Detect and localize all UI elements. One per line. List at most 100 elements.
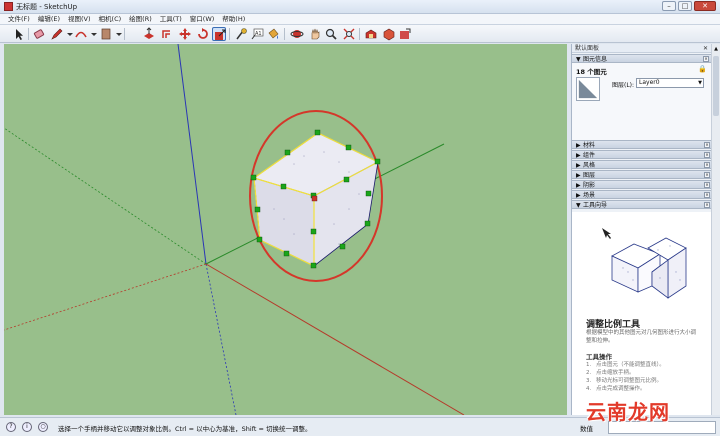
orbit-tool-icon[interactable] [290, 27, 304, 41]
panel-styles[interactable]: ▶ 风格 × [572, 160, 712, 169]
pan-tool-icon[interactable] [308, 27, 322, 41]
panel-scenes-label: 场景 [583, 192, 596, 199]
tray-pin-icon[interactable]: ✕ [703, 44, 708, 53]
menu-help[interactable]: 帮助(H) [222, 14, 245, 24]
list-item: 4. 点击完成调整操作。 [586, 385, 665, 393]
pencil-dropdown-icon[interactable] [63, 27, 73, 41]
share-model-icon[interactable] [398, 27, 412, 41]
collapsed-arrow-icon: ▶ [576, 182, 581, 189]
instructor-body: 调整比例工具 根据模型中的其他图元对几何图形进行大小调整和拉伸。 工具操作 1.… [572, 212, 712, 415]
scale-grip [364, 220, 371, 227]
status-hint: 选择一个手柄并移动它以调整对象比例。Ctrl = 以中心为基准，Shift = … [58, 425, 312, 433]
panel-shadows-label: 阴影 [583, 182, 596, 189]
pencil-tool-icon[interactable] [50, 27, 64, 41]
step-number: 1. [586, 362, 592, 368]
offset-tool-icon[interactable] [160, 27, 174, 41]
panel-close-icon[interactable]: × [704, 152, 710, 158]
scale-grip [343, 176, 350, 183]
panel-close-icon[interactable]: × [704, 172, 710, 178]
scale-grip [310, 262, 317, 269]
entity-count: 18 个图元 [576, 68, 607, 76]
collapsed-arrow-icon: ▶ [576, 192, 581, 199]
maximize-button[interactable]: □ [678, 1, 692, 11]
credits-icon[interactable]: i [22, 422, 32, 432]
push-pull-tool-icon[interactable] [142, 27, 156, 41]
panel-shadows[interactable]: ▶ 阴影 × [572, 180, 712, 189]
user-icon[interactable]: ○ [38, 422, 48, 432]
scroll-up-icon[interactable]: ▲ [713, 46, 719, 52]
scale-tool-illustration [602, 228, 687, 299]
shapes-dropdown-icon[interactable] [112, 27, 122, 41]
panel-components[interactable]: ▶ 组件 × [572, 150, 712, 159]
panel-entity-info[interactable]: ▼ 图元信息 × [572, 54, 711, 63]
list-item: 1. 点击图元（不能调整直线）。 [586, 361, 665, 369]
menu-file[interactable]: 文件(F) [8, 14, 30, 24]
menu-camera[interactable]: 相机(C) [99, 14, 122, 24]
step-text: 点击图元（不能调整直线）。 [596, 362, 665, 368]
step-number: 3. [586, 378, 592, 384]
move-tool-icon[interactable] [178, 27, 192, 41]
geo-location-icon[interactable]: ? [6, 422, 16, 432]
lock-icon[interactable]: 🔒 [698, 65, 707, 73]
scale-grip [280, 183, 287, 190]
layer-label: 图层(L): [612, 82, 635, 89]
select-tool-icon[interactable] [12, 27, 26, 41]
model-canvas[interactable] [4, 44, 567, 415]
scroll-thumb[interactable] [713, 56, 719, 116]
scale-tool-icon[interactable] [212, 27, 226, 41]
minimize-button[interactable]: – [662, 1, 676, 11]
scale-grip [250, 174, 257, 181]
panel-close-icon[interactable]: × [704, 162, 710, 168]
menu-window[interactable]: 窗口(W) [190, 14, 215, 24]
menu-edit[interactable]: 编辑(E) [38, 14, 60, 24]
panel-close-icon[interactable]: × [704, 192, 710, 198]
extension-warehouse-icon[interactable] [382, 27, 396, 41]
scale-grip [345, 144, 352, 151]
panel-close-icon[interactable]: × [703, 56, 709, 62]
arc-dropdown-icon[interactable] [87, 27, 97, 41]
default-tray: 默认面板 ✕ ▼ 图元信息 × 18 个图元 🔒 图层(L): Layer0 ▼ … [571, 44, 712, 415]
instructor-description: 根据模型中的其他图元对几何图形进行大小调整和拉伸。 [586, 330, 697, 344]
tray-title: 默认面板 ✕ [572, 44, 711, 53]
panel-layers[interactable]: ▶ 图层 × [572, 170, 712, 179]
warehouse-icon[interactable] [364, 27, 378, 41]
text-tool-icon[interactable]: A1 [250, 27, 264, 41]
rectangle-tool-icon[interactable] [99, 27, 113, 41]
tray-title-label: 默认面板 [575, 45, 600, 52]
menu-tools[interactable]: 工具(T) [160, 14, 182, 24]
rotate-tool-icon[interactable] [196, 27, 210, 41]
menu-bar: 文件(F) 编辑(E) 视图(V) 相机(C) 绘图(R) 工具(T) 窗口(W… [0, 14, 720, 25]
close-button[interactable]: ✕ [694, 1, 716, 11]
scale-grip [254, 206, 261, 213]
main-toolbar: A1 [0, 25, 720, 43]
menu-draw[interactable]: 绘图(R) [129, 14, 152, 24]
green-axis-negative [4, 127, 207, 265]
panel-layers-label: 图层 [583, 172, 596, 179]
entity-thumbnail [576, 77, 600, 101]
panel-close-icon[interactable]: × [704, 142, 710, 148]
panel-scenes[interactable]: ▶ 场景 × [572, 190, 712, 199]
step-text: 移动光标可调整图元比例。 [596, 378, 663, 384]
collapsed-arrow-icon: ▶ [576, 162, 581, 169]
panel-instructor[interactable]: ▼ 工具向导 × [572, 200, 712, 209]
zoom-extents-tool-icon[interactable] [342, 27, 356, 41]
instructor-steps: 1. 点击图元（不能调整直线）。 2. 点击缩放手柄。 3. 移动光标可调整图元比例。… [586, 361, 665, 393]
panel-close-icon[interactable]: × [704, 202, 710, 208]
paint-bucket-tool-icon[interactable] [266, 27, 280, 41]
zoom-tool-icon[interactable] [324, 27, 338, 41]
drawing-viewport[interactable] [4, 44, 567, 415]
step-number: 4. [586, 386, 592, 392]
menu-view[interactable]: 视图(V) [68, 14, 91, 24]
panel-entity-info-label: 图元信息 [583, 56, 608, 63]
panel-close-icon[interactable]: × [704, 182, 710, 188]
scale-grip [284, 149, 291, 156]
blue-axis [177, 44, 207, 265]
arc-tool-icon[interactable] [74, 27, 88, 41]
panel-materials[interactable]: ▶ 材料 × [572, 140, 712, 149]
layer-select[interactable]: Layer0 ▼ [636, 78, 704, 88]
eraser-tool-icon[interactable] [32, 27, 46, 41]
tray-scrollbar[interactable]: ▲ [711, 44, 720, 415]
blue-axis-negative [205, 263, 237, 415]
tape-measure-tool-icon[interactable] [234, 27, 248, 41]
list-item: 2. 点击缩放手柄。 [586, 369, 665, 377]
